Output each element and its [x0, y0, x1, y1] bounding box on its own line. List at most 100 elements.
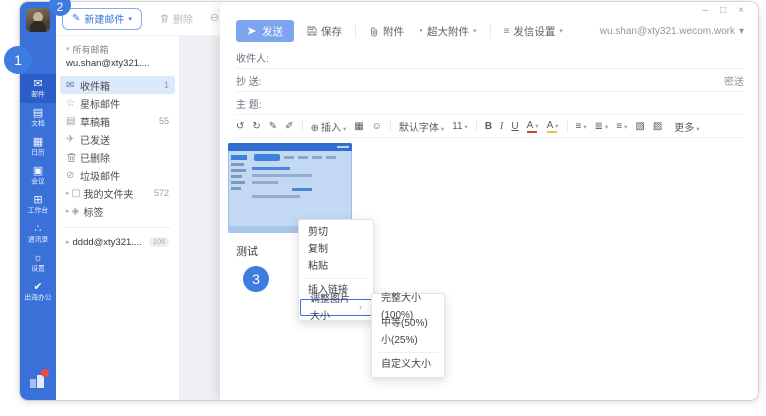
menu-item-cut[interactable]: 剪切 — [299, 224, 373, 241]
format-toolbar: ↺ ↻ ✎ ✐ ⊕ 插入▾ ▦ ☺ 默认字体▾ 1 — [236, 115, 744, 138]
chevron-down-icon: ▾ — [473, 27, 477, 35]
rail-item-calendar[interactable]: ▦ 日历 — [20, 132, 56, 161]
align-button[interactable]: ≡▾ — [576, 121, 587, 132]
folder-starred[interactable]: ☆ 星标邮件 — [60, 94, 175, 112]
cc-input[interactable] — [262, 69, 724, 91]
maximize-button[interactable]: □ — [720, 6, 726, 16]
delete-button[interactable]: 删除 — [159, 11, 193, 26]
folder-spam[interactable]: ⊘ 垃圾邮件 — [60, 166, 175, 184]
chevron-down-icon: ▾ — [559, 27, 563, 35]
folder-count: 1 — [164, 80, 169, 90]
subject-label: 主 题: — [236, 96, 262, 111]
folder-trash[interactable]: 已删除 — [60, 148, 175, 166]
cc-label: 抄 送: — [236, 73, 262, 88]
rail-label: 通讯录 — [28, 236, 48, 244]
font-color-button[interactable]: A▾ — [527, 120, 539, 133]
folder-drafts[interactable]: ▤ 草稿箱 55 — [60, 112, 175, 130]
to-input[interactable] — [269, 46, 744, 68]
folder-sent[interactable]: ✈ 已发送 — [60, 130, 175, 148]
minimize-button[interactable]: – — [703, 6, 709, 16]
divider — [567, 120, 568, 132]
undo-icon[interactable]: ↺ — [236, 121, 244, 132]
contacts-icon: ∴ — [35, 223, 42, 235]
font-family-select[interactable]: 默认字体▾ — [399, 119, 444, 134]
divider — [476, 120, 477, 132]
close-button[interactable]: × — [738, 6, 744, 16]
rail-item-settings[interactable]: ☼ 设置 — [20, 248, 56, 277]
new-mail-button[interactable]: ✎ 新建邮件 ▾ — [62, 8, 142, 30]
rail-item-activity[interactable] — [29, 372, 47, 388]
tag-icon: ◈ — [72, 206, 84, 217]
bars-icon — [30, 379, 36, 388]
unordered-list-button[interactable]: ≡▾ — [616, 121, 627, 132]
avatar[interactable] — [26, 8, 50, 32]
plus-circle-icon: ⊕ — [311, 123, 319, 134]
rail-label: 工作台 — [28, 207, 48, 215]
rail-label: 出海办公 — [24, 294, 51, 302]
envelope-icon: ✉ — [66, 80, 80, 91]
chevron-down-icon: ▾ — [128, 15, 132, 23]
font-size-select[interactable]: 11▾ — [452, 121, 468, 132]
divider — [390, 120, 391, 132]
to-label: 收件人: — [236, 50, 269, 65]
italic-button[interactable]: I — [500, 121, 503, 132]
image-icon[interactable]: ▦ — [354, 121, 363, 132]
pencil-icon: ✎ — [72, 13, 80, 24]
highlight-color-button[interactable]: A▾ — [547, 120, 559, 133]
menu-item-copy[interactable]: 复制 — [299, 241, 373, 258]
format-painter-icon[interactable]: ✎ — [269, 121, 277, 132]
submenu-item-small[interactable]: 小(25%) — [372, 332, 444, 349]
indent-button[interactable]: ▧ — [635, 121, 644, 132]
send-settings-button[interactable]: ≡ 发信设置 ▾ — [504, 24, 563, 39]
more-format-button[interactable]: 更多▾ — [674, 119, 699, 134]
rail-label: 会议 — [31, 178, 45, 186]
save-button[interactable]: 保存 — [307, 24, 342, 39]
folder-inbox[interactable]: ✉ 收件箱 1 — [60, 76, 175, 94]
gear-icon: ☼ — [33, 252, 43, 264]
rail-item-workbench[interactable]: ⊞ 工作台 — [20, 190, 56, 219]
sent-icon: ✈ — [66, 134, 80, 145]
bold-button[interactable]: B — [485, 121, 492, 132]
subject-input[interactable] — [262, 92, 744, 114]
emoji-icon[interactable]: ☺ — [372, 121, 382, 132]
menu-item-paste[interactable]: 粘贴 — [299, 258, 373, 275]
send-button[interactable]: 发送 — [236, 20, 294, 42]
paperclip-icon — [369, 26, 379, 37]
divider — [302, 120, 303, 132]
folder-my-folders[interactable]: ▸ ▢ 我的文件夹 572 — [60, 184, 175, 202]
redo-icon[interactable]: ↻ — [252, 121, 260, 132]
rail-item-global[interactable]: ✔ 出海办公 — [20, 277, 56, 306]
rail-item-meeting[interactable]: ▣ 会议 — [20, 161, 56, 190]
divider — [64, 227, 171, 228]
to-field-row: 收件人: — [236, 46, 744, 69]
compose-toolbar: 发送 保存 附件 — [220, 16, 758, 46]
bcc-link[interactable]: 密送 — [724, 73, 744, 88]
underline-button[interactable]: U — [511, 121, 518, 132]
folder-icon: ▢ — [72, 188, 84, 199]
menu-item-resize-image[interactable]: 调整图片大小 › — [300, 299, 372, 316]
folder-tags[interactable]: ▸ ◈ 标签 — [60, 202, 175, 220]
rail-item-contacts[interactable]: ∴ 通讯录 — [20, 219, 56, 248]
screenshot-canvas: ✉ 2 邮件 ▤ 文档 ▦ 日历 ▣ 会议 ⊞ 工作台 ∴ 通讯录 — [0, 0, 766, 416]
second-account[interactable]: ▸ dddd@xty321.... 106 — [60, 233, 175, 251]
outdent-button[interactable]: ▨ — [653, 121, 662, 132]
caret-right-icon: ▸ — [66, 207, 70, 215]
calendar-icon: ▦ — [33, 136, 43, 148]
all-mailboxes-toggle[interactable]: ▾ 所有邮箱 — [60, 42, 175, 56]
rail-item-mail[interactable]: ✉ 2 邮件 — [20, 74, 56, 103]
insert-menu[interactable]: ⊕ 插入▾ — [311, 119, 347, 134]
from-address-selector[interactable]: wu.shan@xty321.wecom.work ▾ — [600, 26, 744, 37]
large-attachment-button[interactable]: ◔ 超大附件 ▾ — [417, 24, 477, 39]
paper-plane-icon — [247, 26, 257, 36]
rail-item-docs[interactable]: ▤ 文档 — [20, 103, 56, 132]
trash-icon — [159, 13, 170, 24]
ordered-list-button[interactable]: ≣▾ — [595, 121, 609, 132]
subject-field-row: 主 题: — [236, 92, 744, 115]
folder-count: 55 — [159, 116, 169, 126]
folder-count: 572 — [154, 188, 169, 198]
submenu-item-full-size[interactable]: 完整大小(100%) — [372, 298, 444, 315]
clear-format-icon[interactable]: ✐ — [285, 121, 293, 132]
account-address[interactable]: wu.shan@xty321.... — [60, 56, 175, 72]
submenu-item-custom[interactable]: 自定义大小 — [372, 356, 444, 373]
attachment-button[interactable]: 附件 — [369, 24, 404, 39]
